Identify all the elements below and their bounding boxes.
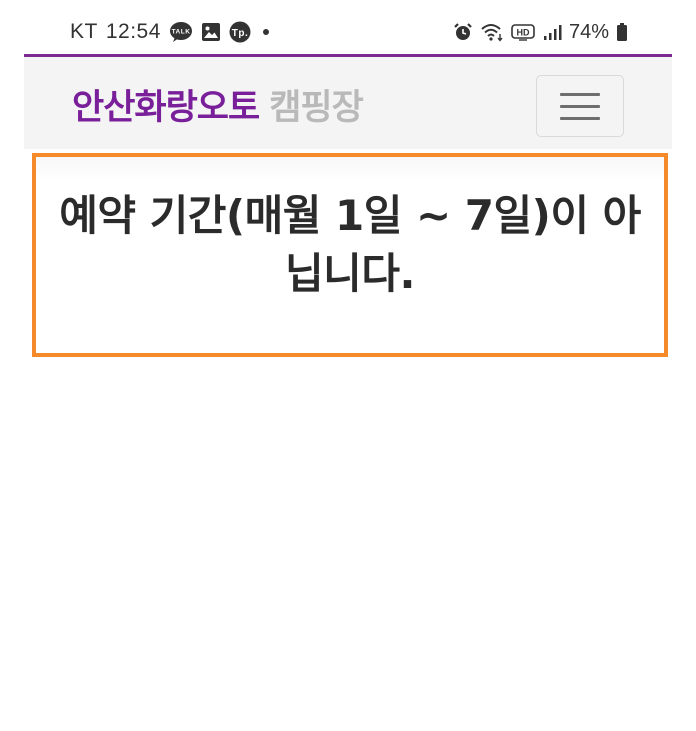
tp-icon: Tp. [229, 21, 251, 43]
dot-icon [259, 25, 273, 39]
notice-box: 예약 기간(매월 1일 ~ 7일)이 아닙니다. [32, 153, 668, 357]
notice-message: 예약 기간(매월 1일 ~ 7일)이 아닙니다. [59, 191, 641, 298]
brand-link[interactable]: 안산화랑오토 캠핑장 [72, 79, 364, 130]
brand-sub-text: 캠핑장 [269, 88, 364, 128]
navbar: 안산화랑오토 캠핑장 [24, 57, 672, 149]
talk-icon-label: TALK [171, 29, 190, 36]
hamburger-icon-bar [560, 116, 600, 120]
brand-main-text: 안산화랑오토 [72, 88, 260, 128]
talk-icon: TALK [169, 21, 193, 43]
clock-time: 12:54 [105, 20, 161, 43]
hd-icon: HD [511, 22, 535, 42]
alarm-icon [453, 22, 473, 42]
hamburger-icon-bar [560, 104, 600, 108]
hamburger-icon [560, 92, 600, 96]
tp-icon-label: Tp. [232, 28, 249, 39]
signal-icon [542, 22, 562, 42]
carrier-label: KT [70, 20, 98, 43]
app-screen: KT 12:54 TALK Tp. HD 74% 안산화랑오토 캠핑장 예약 기… [0, 0, 696, 731]
wifi-icon [480, 22, 504, 42]
battery-icon [616, 22, 628, 42]
menu-toggle-button[interactable] [536, 75, 624, 137]
hd-icon-label: HD [516, 28, 529, 38]
status-bar: KT 12:54 TALK Tp. HD 74% [24, 0, 672, 55]
battery-percent: 74% [568, 20, 609, 43]
image-icon [201, 22, 221, 42]
status-left: KT 12:54 TALK Tp. [70, 19, 273, 45]
status-right: HD 74% [453, 19, 628, 45]
